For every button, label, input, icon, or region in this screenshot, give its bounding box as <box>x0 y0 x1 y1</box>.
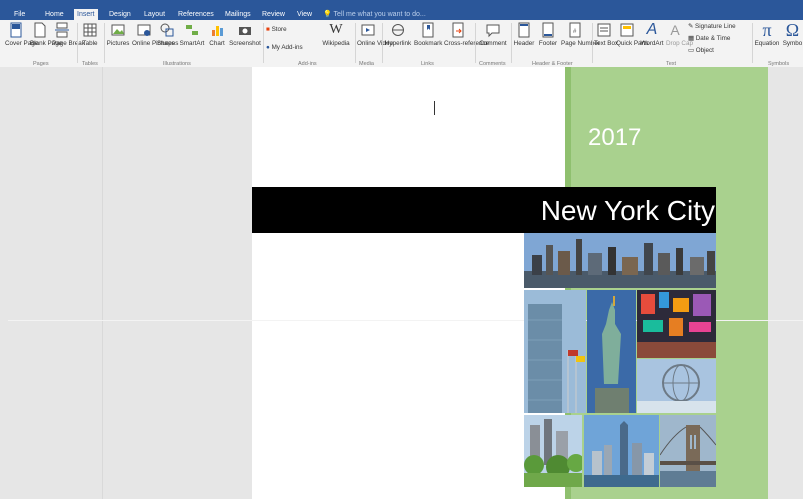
ribbon-tabs: File Home Insert Design Layout Reference… <box>0 8 803 20</box>
shapes-button[interactable]: Shapes <box>157 22 178 47</box>
separator <box>752 23 753 63</box>
store-icon: ■ <box>266 26 270 33</box>
separator <box>475 23 476 63</box>
tab-references[interactable]: References <box>175 9 217 20</box>
title-bar <box>0 0 803 8</box>
quick-parts-button[interactable]: Quick Parts <box>616 22 649 47</box>
hyperlink-button[interactable]: Hyperlink <box>384 22 412 47</box>
wordart-icon: A <box>646 21 658 38</box>
chart-button[interactable]: Chart <box>207 22 227 47</box>
signature-line-button[interactable]: ✎ Signature Line <box>688 23 736 30</box>
comment-icon <box>486 24 500 38</box>
table-icon <box>83 23 97 37</box>
addins-icon: ● <box>266 44 270 51</box>
header-button[interactable]: Header <box>513 22 535 47</box>
smartart-icon <box>186 25 198 35</box>
un-building-photo <box>524 290 586 413</box>
unisphere-photo <box>637 359 716 413</box>
lightbulb-icon: 💡 <box>323 11 332 18</box>
page-break-button[interactable]: Page Break <box>52 22 85 47</box>
text-cursor <box>434 101 435 115</box>
blank-page-button[interactable]: Blank Page <box>30 22 62 47</box>
skyline-photo <box>524 233 716 288</box>
pi-icon: π <box>762 20 772 40</box>
object-icon: ▭ <box>688 47 694 54</box>
separator <box>382 23 383 63</box>
tab-mailings[interactable]: Mailings <box>222 9 254 20</box>
statue-of-liberty-photo <box>587 290 636 413</box>
cross-reference-icon <box>452 22 464 38</box>
drop-cap-button[interactable]: A Drop Cap <box>666 22 693 47</box>
separator <box>355 23 356 63</box>
tab-home[interactable]: Home <box>42 9 67 20</box>
tell-me-search[interactable]: 💡 Tell me what you want to do... <box>323 9 426 20</box>
tell-me-text: Tell me what you want to do... <box>333 11 426 18</box>
tab-design[interactable]: Design <box>106 9 134 20</box>
drop-cap-icon: A <box>670 22 680 38</box>
bookmark-icon <box>422 22 434 38</box>
document-area[interactable]: 2017 New York City <box>0 67 803 499</box>
pictures-button[interactable]: Pictures <box>106 22 130 47</box>
text-box-button[interactable]: Text Box <box>594 22 618 47</box>
wikipedia-button[interactable]: W Wikipedia <box>320 22 352 47</box>
guide-line <box>102 67 103 499</box>
lower-manhattan-photo <box>584 415 659 487</box>
store-button[interactable]: ■ Store <box>266 26 287 33</box>
smartart-button[interactable]: SmartArt <box>179 22 205 47</box>
cross-reference-button[interactable]: Cross-reference <box>444 22 489 47</box>
separator <box>77 23 78 63</box>
symbol-button[interactable]: Ω Symbo <box>782 22 803 47</box>
year-text[interactable]: 2017 <box>588 124 641 152</box>
tab-file[interactable]: File <box>11 9 28 20</box>
shapes-icon <box>160 23 174 37</box>
blank-page-icon <box>34 22 46 38</box>
ribbon: Cover Page Blank Page Page Break Table P… <box>0 20 803 68</box>
date-time-button[interactable]: ▦ Date & Time <box>688 35 730 42</box>
central-park-photo <box>524 415 582 487</box>
cover-page-button[interactable]: Cover Page <box>5 22 38 47</box>
wordart-button[interactable]: A WordArt <box>640 21 664 48</box>
screenshot-button[interactable]: Screenshot <box>229 22 261 47</box>
left-margin-bar <box>0 67 8 499</box>
footer-button[interactable]: Footer <box>537 22 559 47</box>
brooklyn-bridge-photo <box>660 415 716 487</box>
page-number-icon: # <box>569 22 581 38</box>
quick-parts-icon <box>620 23 634 37</box>
comment-button[interactable]: Comment <box>478 22 508 47</box>
online-pictures-button[interactable]: Online Pictures <box>132 22 175 47</box>
page-number-button[interactable]: # Page Number <box>561 22 600 47</box>
my-addins-button[interactable]: ● My Add-ins <box>266 44 303 51</box>
tab-review[interactable]: Review <box>259 9 288 20</box>
camera-icon <box>239 27 251 35</box>
equation-button[interactable]: π Equation <box>754 20 780 47</box>
table-button[interactable]: Table <box>80 22 100 47</box>
globe-link-icon <box>392 24 404 36</box>
separator <box>104 23 105 63</box>
tab-insert[interactable]: Insert <box>74 9 98 20</box>
bookmark-button[interactable]: Bookmark <box>414 22 442 47</box>
header-icon <box>518 22 530 38</box>
separator <box>592 23 593 63</box>
calendar-icon: ▦ <box>688 35 694 42</box>
page-break-icon <box>55 22 69 38</box>
pictures-icon <box>111 24 125 36</box>
text-box-icon <box>597 23 611 37</box>
wikipedia-icon: W <box>329 22 343 37</box>
cover-page-icon <box>10 22 22 38</box>
chart-icon <box>212 26 223 36</box>
times-square-photo <box>637 290 716 358</box>
online-pictures-icon <box>137 24 151 36</box>
signature-icon: ✎ <box>688 23 694 30</box>
omega-icon: Ω <box>785 22 800 40</box>
tab-view[interactable]: View <box>294 9 315 20</box>
object-button[interactable]: ▭ Object <box>688 47 714 54</box>
separator <box>263 23 264 63</box>
online-video-button[interactable]: Online Video <box>357 22 393 47</box>
tab-layout[interactable]: Layout <box>141 9 168 20</box>
separator <box>511 23 512 63</box>
city-title[interactable]: New York City <box>541 195 715 227</box>
footer-icon <box>542 22 554 38</box>
online-video-icon <box>361 24 375 36</box>
